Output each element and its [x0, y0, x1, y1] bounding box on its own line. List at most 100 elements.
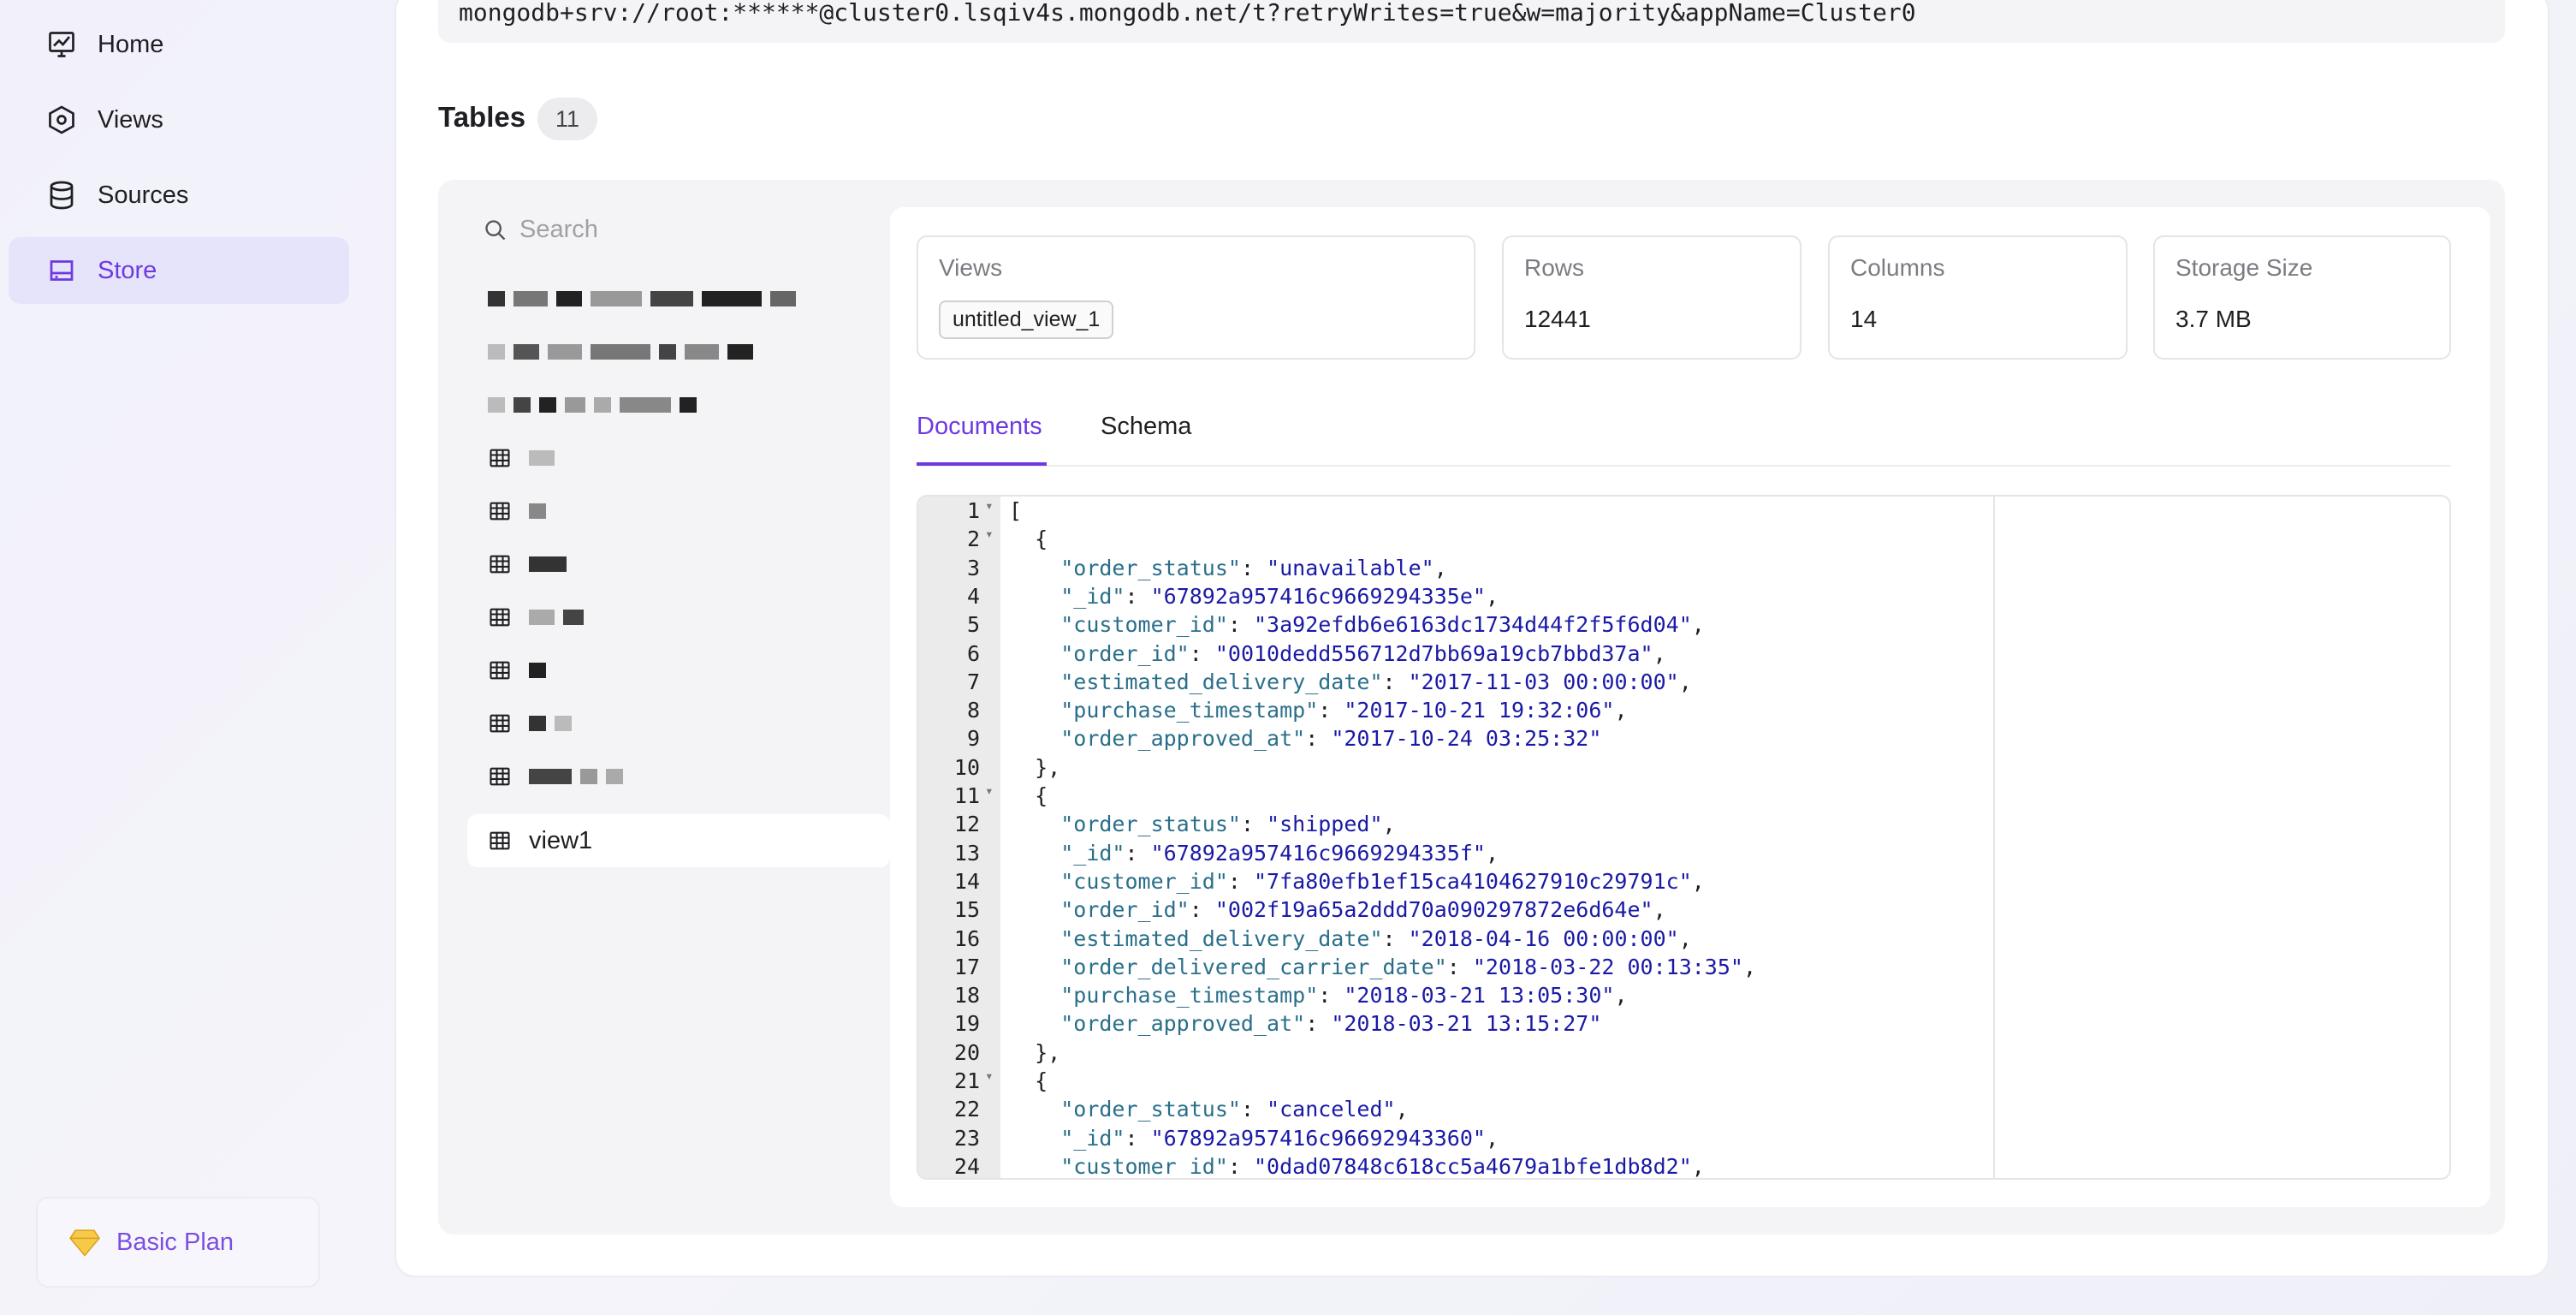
json-key: "customer_id": [1060, 868, 1228, 894]
json-key: "order_delivered_carrier_date": [1060, 954, 1447, 979]
line-number: 17: [953, 954, 980, 979]
json-key: "order_id": [1060, 640, 1190, 666]
fold-toggle-icon[interactable]: ▾: [985, 497, 994, 514]
json-value: "2018-03-21 13:05:30": [1344, 983, 1615, 1009]
json-key: "purchase_timestamp": [1060, 698, 1319, 723]
json-value: "0dad07848c618cc5a4679a1bfe1db8d2": [1254, 1153, 1692, 1179]
view-chip[interactable]: untitled_view_1: [939, 300, 1114, 339]
line-number: 21: [953, 1068, 980, 1093]
sidebar-item-label: Sources: [98, 181, 189, 209]
table-icon: [490, 767, 510, 786]
rows-value: 12441: [1524, 306, 1591, 332]
line-number: 9: [966, 726, 980, 752]
json-key: "order_status": [1060, 812, 1241, 837]
json-editor[interactable]: 1 ▾ [2 ▾ {3 "order_status": "unavailable", 4…: [917, 495, 2451, 1180]
json-value: "7fa80efb1ef15ca4104627910c29791c": [1254, 868, 1692, 894]
json-key: "order_status": [1060, 555, 1241, 580]
code-text: "order_approved_at": "2018-03-21 13:15:2…: [1060, 1011, 1602, 1037]
redacted-label: [488, 344, 753, 360]
table-list-item[interactable]: [467, 538, 890, 591]
table-icon: [490, 502, 510, 521]
json-value: "shipped": [1267, 812, 1383, 837]
table-list-item[interactable]: [467, 591, 890, 644]
line-number: 12: [953, 812, 980, 837]
fold-toggle-icon[interactable]: ▾: [985, 782, 994, 799]
json-value: "002f19a65a2ddd70a090297872e6d64e": [1214, 897, 1653, 923]
json-value: "2018-04-16 00:00:00": [1408, 925, 1679, 951]
table-icon: [490, 661, 510, 680]
json-key: "purchase_timestamp": [1060, 983, 1319, 1009]
line-number: 4: [966, 583, 980, 609]
code-text: },: [1009, 754, 1061, 780]
table-icon: [490, 714, 510, 733]
table-icon: [490, 608, 510, 627]
code-text: "order_id": "002f19a65a2ddd70a090297872e…: [1060, 897, 1666, 923]
line-number: 2: [966, 527, 980, 552]
tables-title: Tables: [438, 101, 526, 133]
json-value: "3a92efdb6e6163dc1734d44f2f5f6d04": [1254, 612, 1692, 638]
sidebar-item-sources[interactable]: Sources: [9, 162, 349, 229]
json-value: "2017-10-21 19:32:06": [1344, 698, 1615, 723]
storage-card: Storage Size 3.7 MB: [2153, 235, 2451, 360]
line-number: 11: [953, 783, 980, 808]
views-label: Views: [939, 254, 1003, 281]
table-list-item[interactable]: [467, 750, 890, 803]
tabs-divider: [917, 465, 2451, 467]
fold-toggle-icon[interactable]: ▾: [985, 526, 994, 542]
json-value: "2018-03-22 00:13:35": [1472, 954, 1743, 979]
json-key: "customer_id": [1060, 1153, 1228, 1179]
columns-value: 14: [1850, 306, 1878, 332]
tab-schema[interactable]: Schema: [1101, 413, 1191, 441]
json-key: "order_approved_at": [1060, 726, 1306, 752]
table-list-item-view1[interactable]: view1: [467, 814, 890, 867]
table-list-item[interactable]: [467, 272, 890, 325]
gem-icon: [69, 1229, 100, 1257]
code-text: "_id": "67892a957416c9669294335f",: [1060, 840, 1499, 866]
table-icon: [490, 555, 510, 574]
table-list-item[interactable]: [467, 697, 890, 750]
json-value: "2017-11-03 00:00:00": [1408, 669, 1679, 694]
json-key: "order_id": [1060, 897, 1190, 923]
code-text: {: [1009, 1068, 1048, 1093]
json-key: "estimated_delivery_date": [1060, 669, 1383, 694]
json-key: "order_approved_at": [1060, 1011, 1306, 1037]
sidebar-item-label: Views: [98, 105, 163, 134]
line-number: 10: [953, 754, 980, 780]
code-text: "order_approved_at": "2017-10-24 03:25:3…: [1060, 726, 1602, 752]
code-text: {: [1009, 783, 1048, 808]
code-text: "customer_id": "3a92efdb6e6163dc1734d44f…: [1060, 612, 1705, 638]
fold-toggle-icon[interactable]: ▾: [985, 1068, 994, 1084]
sidebar-item-views[interactable]: Views: [9, 86, 349, 153]
connection-string: mongodb+srv://root:******@cluster0.lsqiv…: [438, 0, 2505, 43]
code-text: "order_id": "0010dedd556712d7bb69a19cb7b…: [1060, 640, 1666, 666]
table-list-item[interactable]: [467, 644, 890, 697]
code-text: {: [1009, 527, 1048, 552]
json-value: "67892a957416c9669294335f": [1150, 840, 1486, 866]
search-placeholder: Search: [519, 216, 598, 243]
table-list-item[interactable]: [467, 325, 890, 378]
tab-documents[interactable]: Documents: [917, 413, 1042, 441]
json-value: "0010dedd556712d7bb69a19cb7bbd37a": [1214, 640, 1653, 666]
plan-button[interactable]: Basic Plan: [36, 1197, 320, 1288]
views-card: Views untitled_view_1: [917, 235, 1475, 360]
database-icon: [50, 181, 74, 210]
json-key: "_id": [1060, 1125, 1125, 1151]
table-list-item[interactable]: [467, 485, 890, 538]
columns-label: Columns: [1850, 254, 1945, 281]
json-value: "2018-03-21 13:15:27": [1331, 1011, 1602, 1037]
code-text: "purchase_timestamp": "2018-03-21 13:05:…: [1060, 983, 1628, 1009]
line-number: 19: [953, 1011, 980, 1037]
redacted-label: [529, 663, 546, 678]
sidebar: Home Views Sources Store Basic Plan: [0, 0, 381, 1315]
sidebar-item-home[interactable]: Home: [9, 11, 349, 78]
json-value: "67892a957416c96692943360": [1150, 1125, 1486, 1151]
table-list-item[interactable]: [467, 431, 890, 485]
json-value: "unavailable": [1267, 555, 1434, 580]
line-number: 22: [953, 1097, 980, 1122]
table-list-item[interactable]: [467, 378, 890, 431]
line-number: 24: [953, 1153, 980, 1179]
table-search[interactable]: Search: [484, 216, 598, 244]
columns-card: Columns 14: [1828, 235, 2128, 360]
sidebar-item-store[interactable]: Store: [9, 237, 349, 304]
redacted-label: [529, 556, 567, 572]
